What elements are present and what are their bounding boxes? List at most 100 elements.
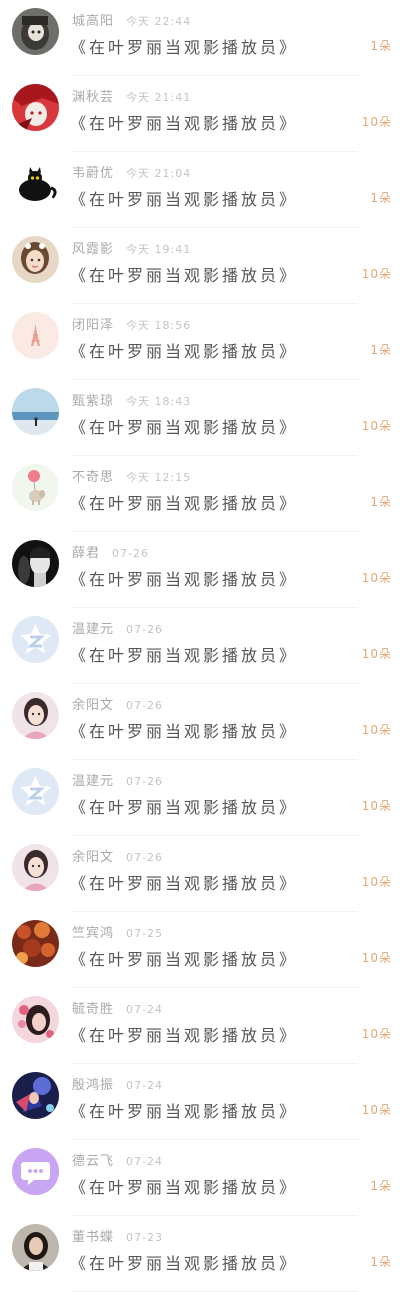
record-meta: 薛君 07-26 — [72, 542, 149, 561]
record-meta: 竺宾鸿 07-25 — [72, 922, 163, 941]
gift-record-row[interactable]: 薛君 07-26 《在叶罗丽当观影播放员》 10朵 — [0, 532, 408, 608]
flower-count: 10朵 — [361, 571, 392, 585]
gift-record-row[interactable]: 甄紫琼 今天 18:43 《在叶罗丽当观影播放员》 10朵 — [0, 380, 408, 456]
gift-book-title[interactable]: 《在叶罗丽当观影播放员》 — [70, 490, 298, 514]
avatar[interactable] — [12, 540, 59, 587]
sender-name[interactable]: 温建元 — [72, 622, 114, 637]
gift-record-row[interactable]: 董书蝶 07-23 《在叶罗丽当观影播放员》 1朵 — [0, 1216, 408, 1292]
record-meta: 温建元 07-26 — [72, 770, 163, 789]
avatar[interactable] — [12, 1224, 59, 1271]
avatar[interactable] — [12, 8, 59, 55]
avatar[interactable] — [12, 844, 59, 891]
gift-book-title[interactable]: 《在叶罗丽当观影播放员》 — [70, 870, 298, 894]
gift-record-row[interactable]: 风霞影 今天 19:41 《在叶罗丽当观影播放员》 10朵 — [0, 228, 408, 304]
avatar[interactable] — [12, 388, 59, 435]
gift-record-row[interactable]: 韦蔚优 今天 21:04 《在叶罗丽当观影播放员》 1朵 — [0, 152, 408, 228]
flower-count: 1朵 — [370, 343, 392, 357]
gift-record-row[interactable]: 毓奇胜 07-24 《在叶罗丽当观影播放员》 10朵 — [0, 988, 408, 1064]
send-time: 今天 21:41 — [126, 91, 192, 104]
gift-record-row[interactable]: 城高阳 今天 22:44 《在叶罗丽当观影播放员》 1朵 — [0, 0, 408, 76]
sender-name[interactable]: 竺宾鸿 — [72, 926, 114, 941]
gift-record-row[interactable]: 殷鸿振 07-24 《在叶罗丽当观影播放员》 10朵 — [0, 1064, 408, 1140]
gift-book-title[interactable]: 《在叶罗丽当观影播放员》 — [70, 946, 298, 970]
send-time: 今天 18:56 — [126, 319, 192, 332]
send-time: 今天 19:41 — [126, 243, 192, 256]
gift-record-row[interactable]: 温建元 07-26 《在叶罗丽当观影播放员》 10朵 — [0, 608, 408, 684]
flower-count: 1朵 — [370, 495, 392, 509]
gift-book-title[interactable]: 《在叶罗丽当观影播放员》 — [70, 34, 298, 58]
avatar[interactable] — [12, 464, 59, 511]
sender-name[interactable]: 韦蔚优 — [72, 166, 114, 181]
avatar[interactable] — [12, 236, 59, 283]
sender-name[interactable]: 毓奇胜 — [72, 1002, 114, 1017]
avatar[interactable] — [12, 1148, 59, 1195]
sender-name[interactable]: 风霞影 — [72, 242, 114, 257]
gift-record-list: 城高阳 今天 22:44 《在叶罗丽当观影播放员》 1朵 渊秋芸 今天 21:41 《在叶罗… — [0, 0, 408, 1292]
flower-count: 1朵 — [370, 1255, 392, 1269]
gift-book-title[interactable]: 《在叶罗丽当观影播放员》 — [70, 642, 298, 666]
gift-record-row[interactable]: 德云飞 07-24 《在叶罗丽当观影播放员》 1朵 — [0, 1140, 408, 1216]
gift-book-title[interactable]: 《在叶罗丽当观影播放员》 — [70, 414, 298, 438]
gift-record-row[interactable]: 不奇思 今天 12:15 《在叶罗丽当观影播放员》 1朵 — [0, 456, 408, 532]
flower-count: 10朵 — [361, 647, 392, 661]
send-time: 07-26 — [126, 699, 163, 712]
record-meta: 城高阳 今天 22:44 — [72, 10, 191, 29]
sender-name[interactable]: 薛君 — [72, 546, 100, 561]
send-time: 07-24 — [126, 1079, 163, 1092]
gift-record-row[interactable]: 渊秋芸 今天 21:41 《在叶罗丽当观影播放员》 10朵 — [0, 76, 408, 152]
send-time: 07-26 — [126, 851, 163, 864]
gift-record-row[interactable]: 闭阳泽 今天 18:56 《在叶罗丽当观影播放员》 1朵 — [0, 304, 408, 380]
sender-name[interactable]: 余阳文 — [72, 850, 114, 865]
gift-book-title[interactable]: 《在叶罗丽当观影播放员》 — [70, 1250, 298, 1274]
gift-record-row[interactable]: 竺宾鸿 07-25 《在叶罗丽当观影播放员》 10朵 — [0, 912, 408, 988]
sender-name[interactable]: 闭阳泽 — [72, 318, 114, 333]
gift-book-title[interactable]: 《在叶罗丽当观影播放员》 — [70, 262, 298, 286]
avatar[interactable] — [12, 692, 59, 739]
gift-book-title[interactable]: 《在叶罗丽当观影播放员》 — [70, 718, 298, 742]
send-time: 07-24 — [126, 1003, 163, 1016]
gift-book-title[interactable]: 《在叶罗丽当观影播放员》 — [70, 566, 298, 590]
gift-book-title[interactable]: 《在叶罗丽当观影播放员》 — [70, 794, 298, 818]
avatar[interactable] — [12, 768, 59, 815]
gift-book-title[interactable]: 《在叶罗丽当观影播放员》 — [70, 110, 298, 134]
record-meta: 董书蝶 07-23 — [72, 1226, 163, 1245]
gift-record-row[interactable]: 温建元 07-26 《在叶罗丽当观影播放员》 10朵 — [0, 760, 408, 836]
gift-record-row[interactable]: 余阳文 07-26 《在叶罗丽当观影播放员》 10朵 — [0, 684, 408, 760]
sender-name[interactable]: 余阳文 — [72, 698, 114, 713]
sender-name[interactable]: 不奇思 — [72, 470, 114, 485]
record-meta: 温建元 07-26 — [72, 618, 163, 637]
sender-name[interactable]: 董书蝶 — [72, 1230, 114, 1245]
avatar[interactable] — [12, 312, 59, 359]
record-meta: 毓奇胜 07-24 — [72, 998, 163, 1017]
send-time: 今天 21:04 — [126, 167, 192, 180]
flower-count: 10朵 — [361, 951, 392, 965]
avatar[interactable] — [12, 84, 59, 131]
avatar[interactable] — [12, 616, 59, 663]
record-meta: 闭阳泽 今天 18:56 — [72, 314, 191, 333]
sender-name[interactable]: 甄紫琼 — [72, 394, 114, 409]
sender-name[interactable]: 德云飞 — [72, 1154, 114, 1169]
gift-book-title[interactable]: 《在叶罗丽当观影播放员》 — [70, 1022, 298, 1046]
send-time: 今天 18:43 — [126, 395, 192, 408]
flower-count: 10朵 — [361, 267, 392, 281]
sender-name[interactable]: 城高阳 — [72, 14, 114, 29]
flower-count: 10朵 — [361, 1103, 392, 1117]
flower-count: 10朵 — [361, 419, 392, 433]
avatar[interactable] — [12, 1072, 59, 1119]
avatar[interactable] — [12, 920, 59, 967]
sender-name[interactable]: 殷鸿振 — [72, 1078, 114, 1093]
record-meta: 风霞影 今天 19:41 — [72, 238, 191, 257]
gift-book-title[interactable]: 《在叶罗丽当观影播放员》 — [70, 186, 298, 210]
gift-record-row[interactable]: 余阳文 07-26 《在叶罗丽当观影播放员》 10朵 — [0, 836, 408, 912]
gift-book-title[interactable]: 《在叶罗丽当观影播放员》 — [70, 1174, 298, 1198]
sender-name[interactable]: 渊秋芸 — [72, 90, 114, 105]
send-time: 07-26 — [126, 775, 163, 788]
send-time: 07-26 — [126, 623, 163, 636]
gift-book-title[interactable]: 《在叶罗丽当观影播放员》 — [70, 1098, 298, 1122]
sender-name[interactable]: 温建元 — [72, 774, 114, 789]
flower-count: 10朵 — [361, 875, 392, 889]
avatar[interactable] — [12, 996, 59, 1043]
gift-book-title[interactable]: 《在叶罗丽当观影播放员》 — [70, 338, 298, 362]
send-time: 今天 12:15 — [126, 471, 192, 484]
avatar[interactable] — [12, 160, 59, 207]
